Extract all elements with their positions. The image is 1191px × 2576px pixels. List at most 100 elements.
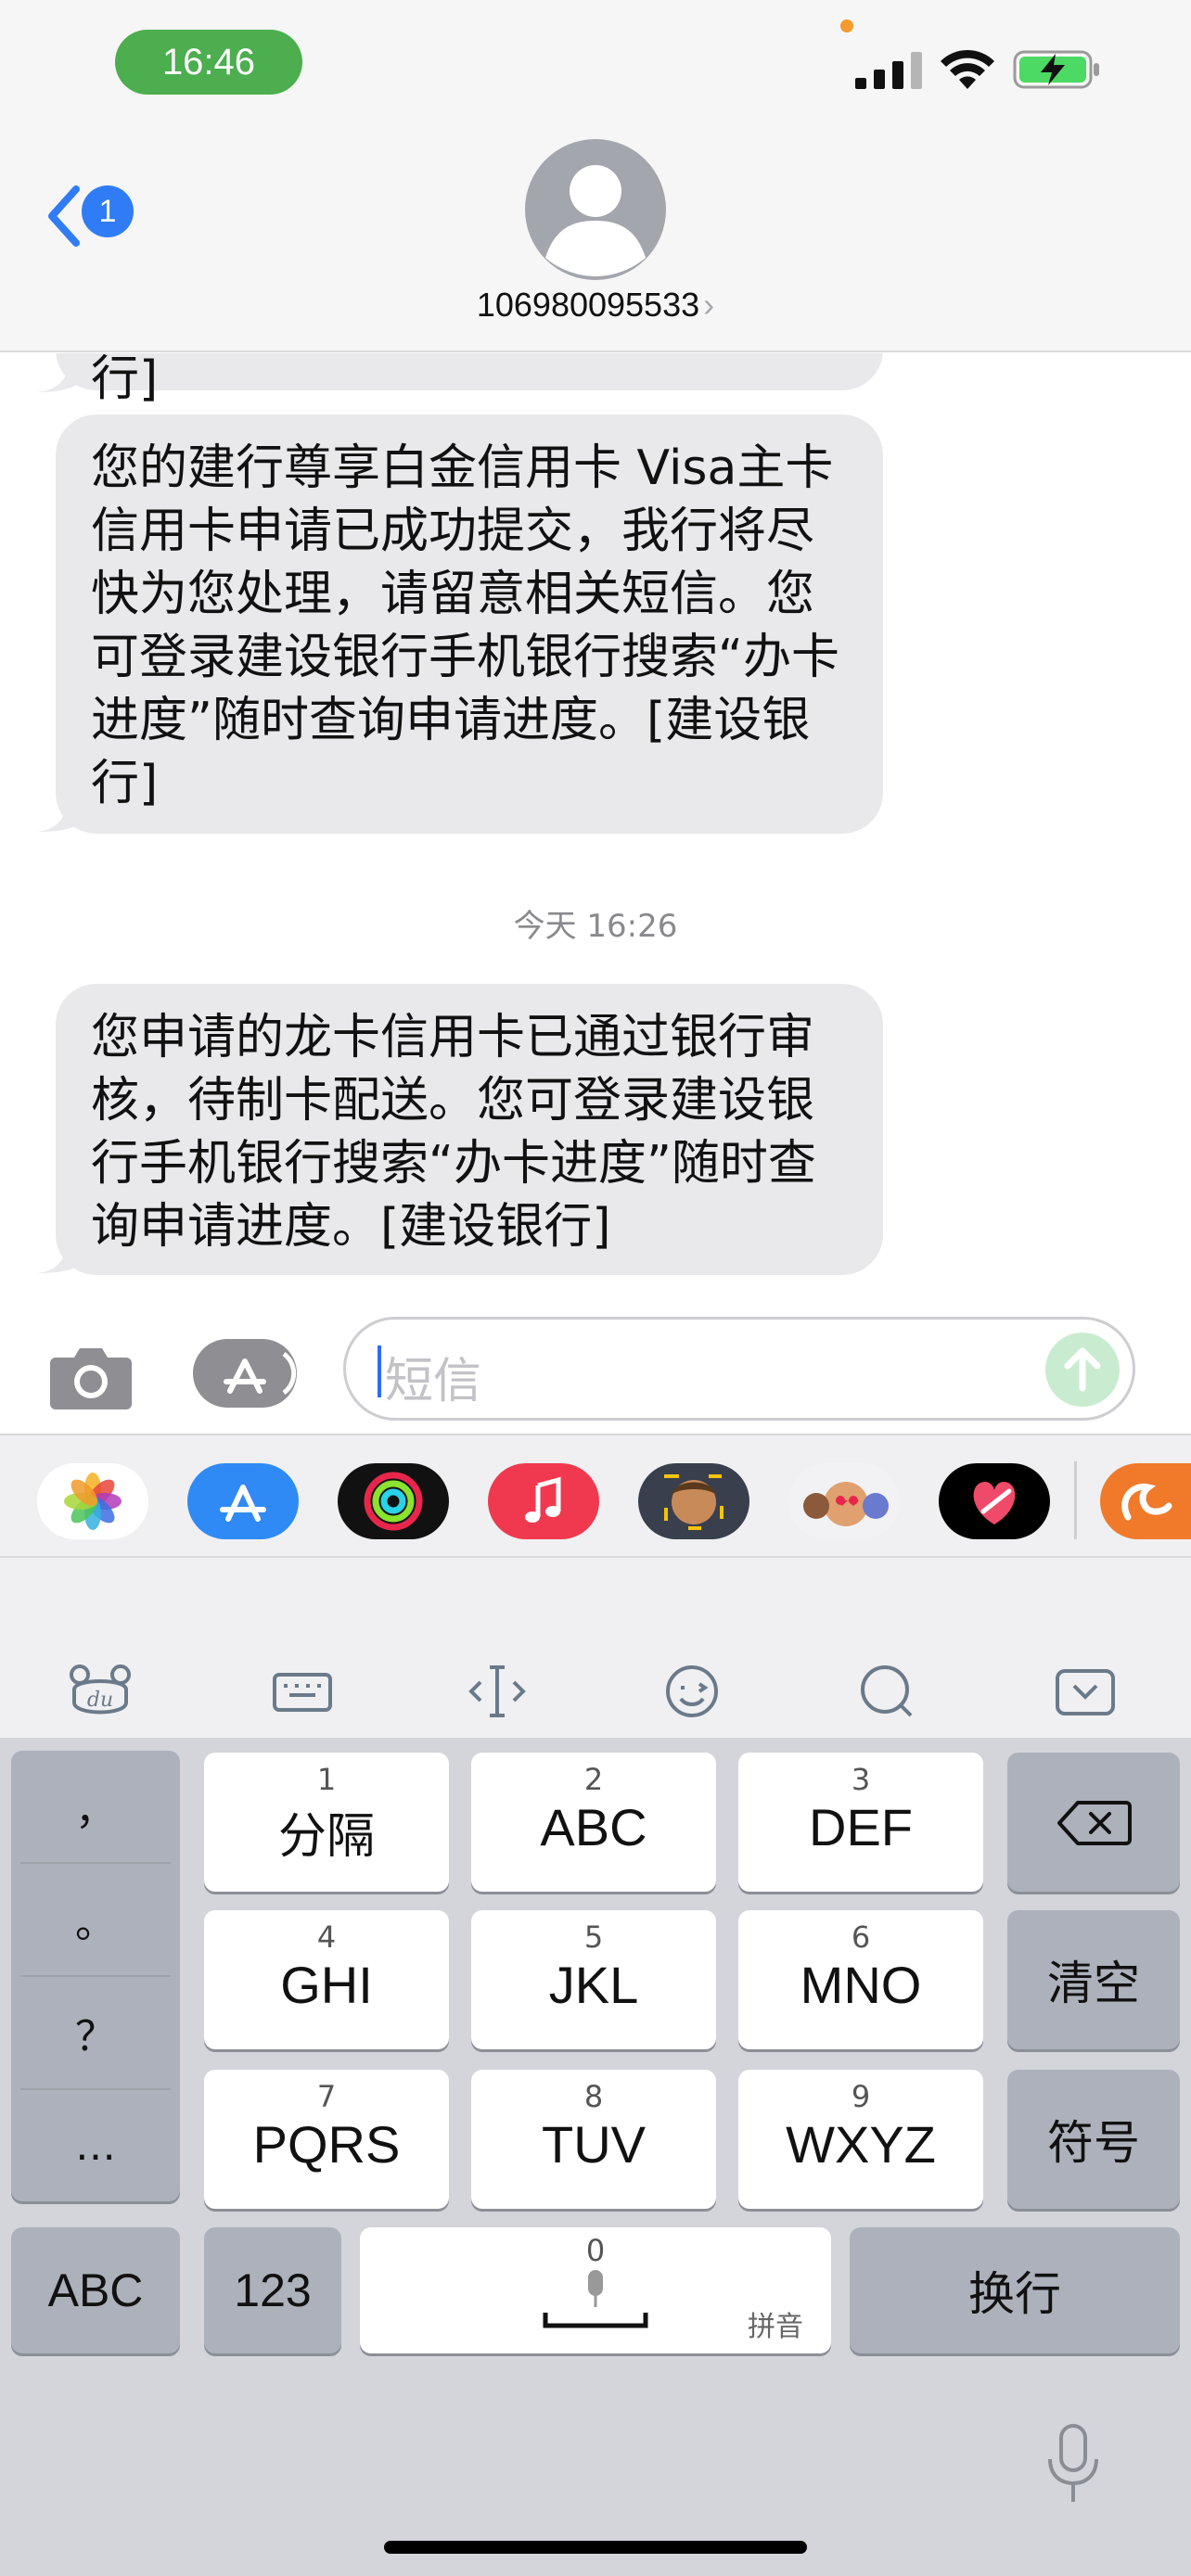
key-7[interactable]: 7 PQRS — [204, 2070, 449, 2209]
key-5[interactable]: 5 JKL — [471, 1910, 716, 2049]
key-label: PQRS — [252, 2115, 401, 2174]
key-label: GHI — [280, 1956, 373, 2014]
key-number: 8 — [583, 2079, 604, 2114]
message-bubble[interactable]: 您申请的龙卡信用卡已通过银行审核，待制卡配送。您可登录建设银行手机银行搜索“办卡… — [56, 984, 883, 1275]
imessage-app-drawer — [0, 1434, 1191, 1558]
backspace-key[interactable] — [1007, 1753, 1180, 1892]
punctuation-list[interactable]: ， 。 ？ … — [11, 1751, 180, 2201]
arrow-up-icon — [1064, 1347, 1101, 1392]
key-label: TUV — [542, 2115, 646, 2174]
app-store-icon[interactable] — [187, 1463, 299, 1539]
search-icon[interactable] — [853, 1662, 920, 1721]
return-key[interactable]: 换行 — [850, 2227, 1180, 2353]
key-4[interactable]: 4 GHI — [204, 1910, 449, 2049]
bubble-tail — [37, 368, 89, 392]
key-number: 9 — [851, 2079, 871, 2114]
space-mic-icon — [543, 2270, 648, 2328]
message-text: 您的建行尊享白金信用卡 Visa主卡信用卡申请已成功提交，我行将尽快为您处理，请… — [91, 440, 839, 811]
camera-icon[interactable] — [48, 1341, 134, 1411]
music-icon[interactable] — [488, 1463, 599, 1539]
status-bar: 16:46 — [0, 0, 1191, 130]
send-button[interactable] — [1045, 1333, 1120, 1407]
message-input[interactable]: 短信 — [343, 1317, 1135, 1421]
bubble-tail — [37, 798, 91, 832]
key-label: ABC — [47, 2264, 144, 2316]
key-number: 0 — [585, 2233, 606, 2268]
key-label: 清空 — [1047, 1957, 1140, 2010]
keyboard-candidate-area — [0, 1558, 1191, 1634]
key-8[interactable]: 8 TUV — [471, 2070, 716, 2209]
hide-keyboard-icon[interactable] — [1052, 1662, 1119, 1721]
punct-comma-key[interactable]: ， — [11, 1751, 180, 1862]
memoji-stickers-icon[interactable] — [788, 1463, 900, 1539]
key-label: ABC — [540, 1798, 647, 1856]
message-text: 行] — [91, 353, 159, 407]
contact-title[interactable]: 106980095533 › — [0, 286, 1191, 325]
message-input-placeholder: 短信 — [385, 1354, 482, 1409]
status-time[interactable]: 16:46 — [115, 30, 302, 95]
key-9[interactable]: 9 WXYZ — [738, 2070, 983, 2209]
key-label: WXYZ — [786, 2115, 936, 2174]
key-number: 6 — [851, 1919, 871, 1955]
mic-in-use-indicator — [840, 19, 853, 32]
key-number: 7 — [316, 2079, 337, 2114]
unread-count-badge[interactable]: 1 — [82, 185, 134, 237]
text-caret — [378, 1345, 381, 1397]
key-number: 5 — [583, 1919, 604, 1955]
punct-ellipsis-key[interactable]: … — [11, 2090, 180, 2201]
message-text: 您申请的龙卡信用卡已通过银行审核，待制卡配送。您可登录建设银行手机银行搜索“办卡… — [91, 1010, 816, 1255]
photos-icon[interactable] — [37, 1463, 148, 1539]
app-strip-divider — [1074, 1461, 1077, 1539]
app-store-button[interactable] — [193, 1339, 297, 1408]
keyboard-toolbar: du — [0, 1634, 1191, 1738]
bubble-tail — [37, 1240, 91, 1273]
digital-touch-icon[interactable] — [939, 1463, 1050, 1539]
conversation-header: 1 106980095533 › — [0, 130, 1191, 352]
space-key[interactable]: 0 拼音 — [360, 2227, 831, 2353]
key-label: MNO — [800, 1956, 922, 2014]
dictation-mic-icon[interactable] — [1043, 2422, 1104, 2507]
space-hint-label: 拼音 — [748, 2311, 803, 2343]
abc-switch-key[interactable]: ABC — [11, 2227, 180, 2353]
chevron-right-icon: › — [703, 286, 715, 324]
contact-avatar[interactable] — [525, 139, 666, 280]
back-chevron-icon[interactable] — [45, 184, 83, 249]
key-number: 2 — [583, 1762, 604, 1797]
message-bubble[interactable]: 您的建行尊享白金信用卡 Visa主卡信用卡申请已成功提交，我行将尽快为您处理，请… — [56, 414, 883, 834]
key-2[interactable]: 2 ABC — [471, 1753, 716, 1892]
uc-browser-icon[interactable] — [1100, 1463, 1191, 1539]
key-6[interactable]: 6 MNO — [738, 1910, 983, 2049]
activity-icon[interactable] — [338, 1463, 449, 1539]
compose-bar: 短信 — [0, 1298, 1191, 1434]
clear-key[interactable]: 清空 — [1007, 1910, 1180, 2049]
message-timestamp: 今天 16:26 — [513, 908, 678, 945]
app-store-icon — [224, 1351, 297, 1396]
keyboard-layout-icon[interactable] — [269, 1662, 336, 1721]
key-label: JKL — [548, 1956, 639, 2014]
backspace-icon — [1057, 1801, 1132, 1845]
numbers-switch-key[interactable]: 123 — [204, 2227, 341, 2353]
contact-number: 106980095533 — [476, 286, 700, 324]
emoji-icon[interactable] — [659, 1662, 725, 1721]
key-label: 符号 — [1047, 2116, 1140, 2170]
cursor-move-icon[interactable] — [464, 1662, 531, 1721]
punct-period-key[interactable]: 。 — [11, 1864, 180, 1975]
key-number: 1 — [316, 1762, 337, 1797]
key-3[interactable]: 3 DEF — [738, 1753, 983, 1892]
person-silhouette-icon — [545, 165, 646, 276]
svg-text:du: du — [87, 1689, 113, 1712]
baidu-logo-icon[interactable]: du — [67, 1662, 134, 1721]
key-label: 换行 — [968, 2267, 1061, 2321]
keyboard: du ， 。 ？ … 1 分隔 2 ABC 3 DEF 4 GHI 5 JKL … — [0, 1558, 1191, 2576]
home-indicator[interactable] — [384, 2541, 807, 2554]
key-1[interactable]: 1 分隔 — [204, 1753, 449, 1892]
message-thread[interactable]: 行] 您的建行尊享白金信用卡 Visa主卡信用卡申请已成功提交，我行将尽快为您处… — [0, 353, 1191, 1298]
punct-question-key[interactable]: ？ — [11, 1977, 180, 2088]
cellular-signal-icon — [855, 52, 922, 89]
key-label: DEF — [809, 1798, 913, 1856]
battery-charging-icon — [1013, 50, 1099, 89]
memoji-icon[interactable] — [638, 1463, 749, 1539]
symbols-key[interactable]: 符号 — [1007, 2070, 1180, 2209]
key-label: 123 — [234, 2264, 312, 2316]
message-bubble-partial[interactable]: 行] — [56, 353, 883, 407]
